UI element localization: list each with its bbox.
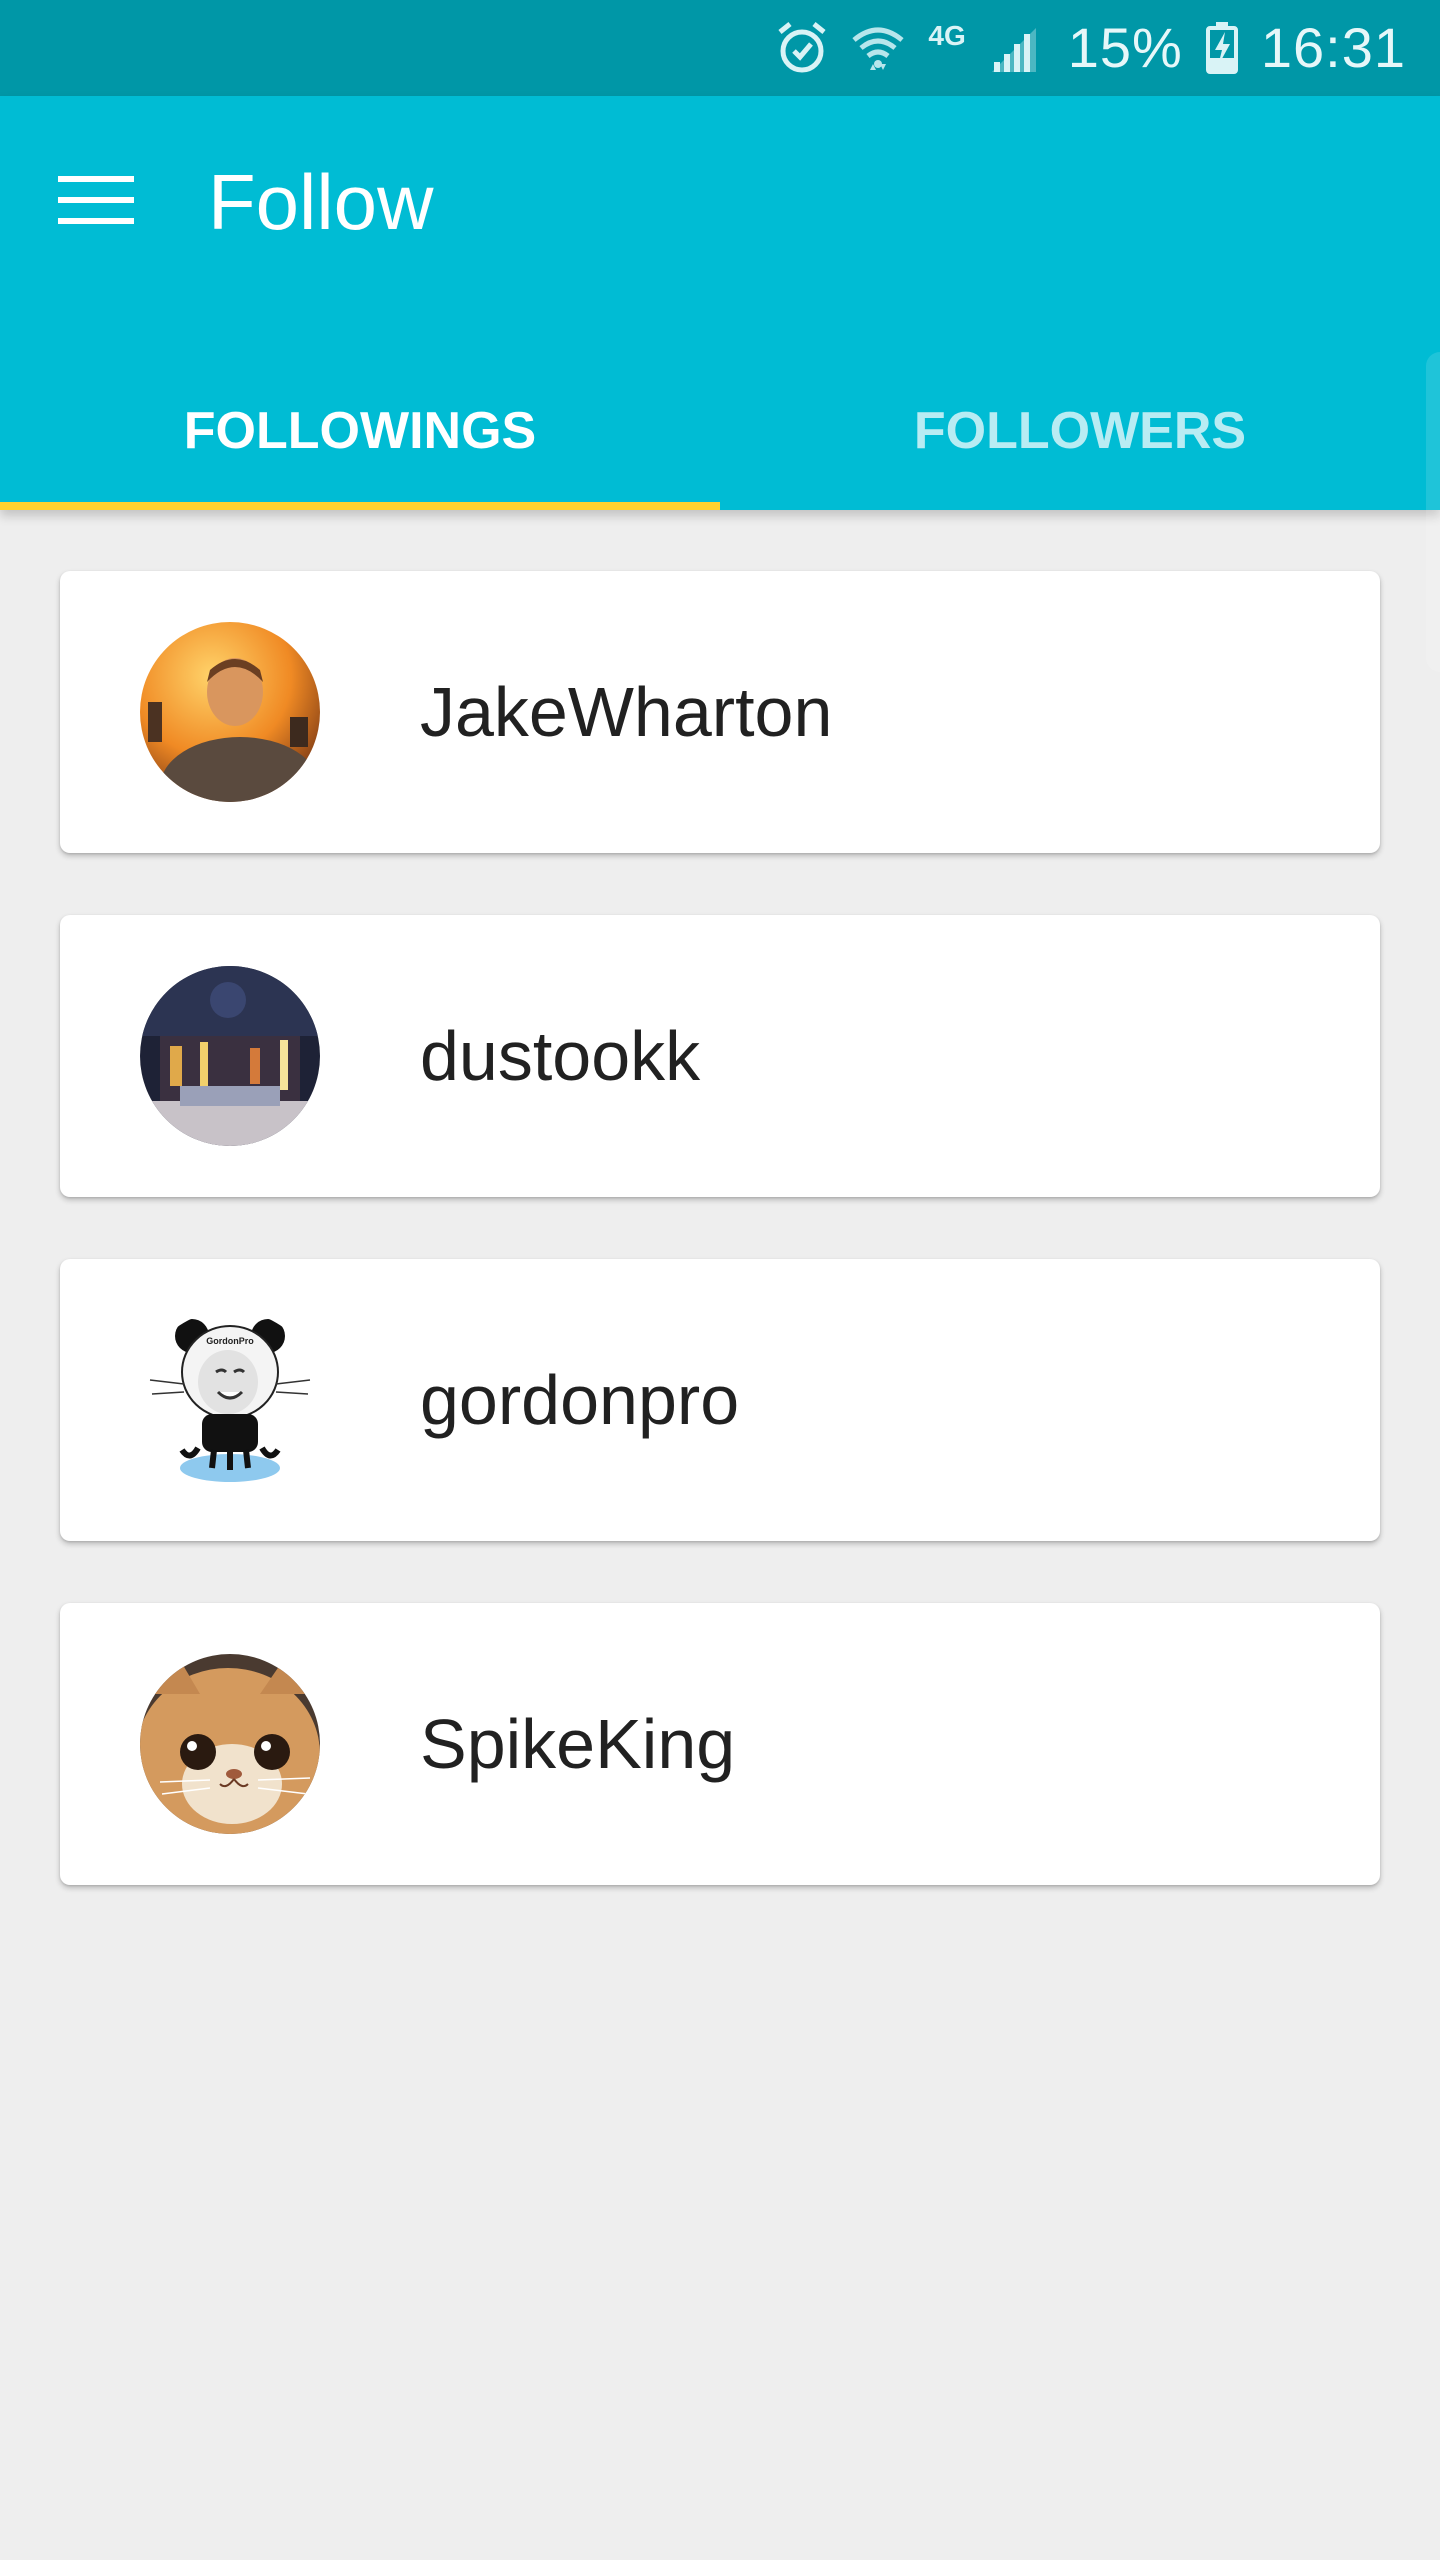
edge-panel-handle[interactable] xyxy=(1426,352,1440,672)
avatar-caption: GordonPro xyxy=(206,1336,254,1346)
user-card[interactable]: GordonPro gordonpro xyxy=(60,1259,1380,1541)
tab-label: FOLLOWINGS xyxy=(183,402,537,460)
avatar xyxy=(140,622,320,802)
page-title: Follow xyxy=(208,158,434,246)
tab-followers[interactable]: FOLLOWERS xyxy=(720,352,1440,510)
status-bar: 4G 15% 16:31 xyxy=(0,0,1440,96)
user-card[interactable]: JakeWharton xyxy=(60,571,1380,853)
avatar xyxy=(140,966,320,1146)
tab-bar: FOLLOWINGS FOLLOWERS xyxy=(0,352,1440,510)
battery-percent: 15% xyxy=(1067,16,1183,79)
status-icons: 4G 15% 16:31 xyxy=(776,0,1406,96)
battery-charging-icon xyxy=(1205,20,1239,76)
avatar xyxy=(140,1654,320,1834)
app-bar: Follow FOLLOWINGS FOLLOWERS xyxy=(0,96,1440,672)
user-list: JakeWharton dustookk GordonPro gordonpro… xyxy=(60,571,1380,1947)
user-card[interactable]: SpikeKing xyxy=(60,1603,1380,1885)
user-card[interactable]: dustookk xyxy=(60,915,1380,1197)
alarm-icon xyxy=(776,20,828,76)
clock-time: 16:31 xyxy=(1260,16,1406,79)
username: SpikeKing xyxy=(420,1705,736,1783)
username: JakeWharton xyxy=(420,673,833,751)
4g-icon: 4G xyxy=(928,20,966,51)
menu-button[interactable] xyxy=(30,136,162,268)
tab-indicator xyxy=(0,502,720,510)
avatar: GordonPro xyxy=(140,1310,320,1490)
hamburger-menu-icon xyxy=(58,172,134,233)
wifi-icon xyxy=(850,20,906,76)
signal-icon xyxy=(988,20,1040,76)
username: dustookk xyxy=(420,1017,701,1095)
username: gordonpro xyxy=(420,1361,740,1439)
tab-label: FOLLOWERS xyxy=(913,402,1247,460)
tab-followings[interactable]: FOLLOWINGS xyxy=(0,352,720,510)
